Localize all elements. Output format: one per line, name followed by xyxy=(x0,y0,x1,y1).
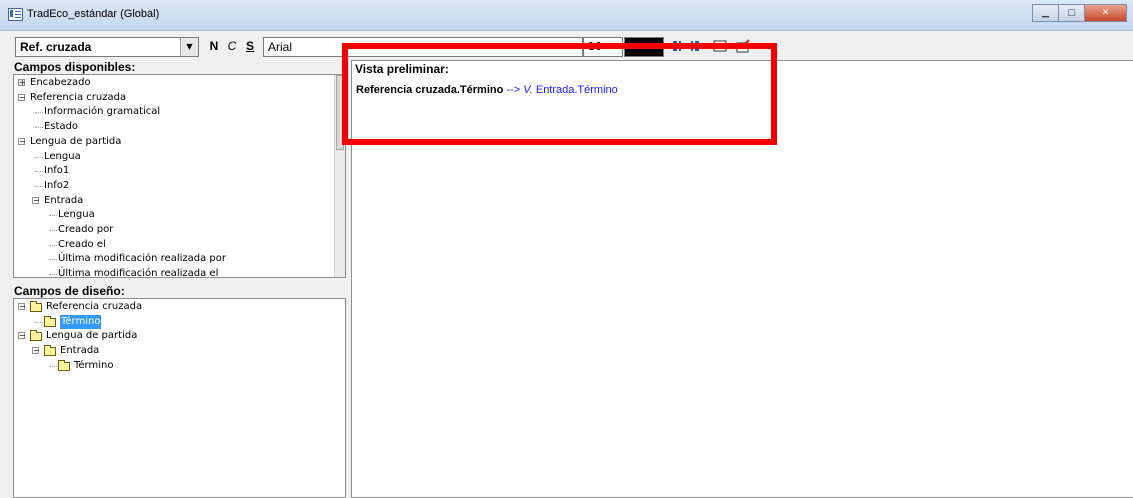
scrollbar-thumb[interactable] xyxy=(336,75,344,150)
tree-connector xyxy=(49,259,57,261)
tree-item-label: Lengua de partida xyxy=(30,135,122,147)
collapse-icon[interactable]: − xyxy=(18,303,26,311)
available-fields-header: Campos disponibles: xyxy=(14,60,136,74)
folder-icon xyxy=(30,330,42,342)
tree-item-label: Lengua de partida xyxy=(46,330,138,342)
folder-icon xyxy=(58,359,70,371)
bold-button[interactable]: N xyxy=(206,37,222,55)
tree-item-label: Info2 xyxy=(44,179,70,191)
folder-icon xyxy=(44,345,56,357)
design-fields-tree[interactable]: − Referencia cruzada Término − Lengua de par… xyxy=(13,298,346,498)
tree-item-label: Lengua xyxy=(44,150,81,162)
tree-item-label: Término xyxy=(60,314,102,330)
preview-abbrev: V. xyxy=(523,84,533,96)
font-color-swatch[interactable] xyxy=(624,37,664,57)
tree-item-label: Entrada xyxy=(44,194,84,206)
field-select-value: Ref. cruzada xyxy=(20,40,92,54)
preview-panel xyxy=(351,60,1133,498)
available-fields-tree[interactable]: + Encabezado − Referencia cruzada Informació… xyxy=(13,74,346,279)
tree-connector xyxy=(35,321,43,323)
field-select[interactable]: Ref. cruzada ▼ xyxy=(15,37,199,57)
chevron-down-icon[interactable]: ▼ xyxy=(180,38,198,56)
tree-connector xyxy=(35,127,43,129)
preview-header: Vista preliminar: xyxy=(355,62,449,76)
tree-connector xyxy=(49,244,57,246)
edit-layout-icon[interactable] xyxy=(735,38,751,54)
window-controls: ▁ ▢ ✕ xyxy=(1032,4,1127,22)
font-input[interactable]: Arial xyxy=(263,37,583,57)
tree-item-label: Última modificación realizada por xyxy=(58,253,227,265)
tree-item-label: Creado por xyxy=(58,224,114,235)
tree-item-label: Info1 xyxy=(44,165,70,177)
align-right-icon[interactable] xyxy=(688,38,704,54)
align-left-icon[interactable] xyxy=(671,38,687,54)
tree-item-label: Referencia cruzada xyxy=(30,91,127,103)
insert-field-icon[interactable] xyxy=(712,38,728,54)
design-fields-header: Campos de diseño: xyxy=(14,284,125,298)
tree-connector xyxy=(49,365,57,367)
tree-connector xyxy=(49,230,57,231)
app-icon xyxy=(8,8,23,21)
tree-connector xyxy=(35,112,43,114)
tree-connector xyxy=(49,274,57,276)
collapse-icon[interactable]: − xyxy=(18,332,26,340)
folder-icon xyxy=(44,315,56,327)
italic-button[interactable]: C xyxy=(224,37,240,55)
collapse-icon[interactable]: − xyxy=(18,93,26,101)
preview-content: Referencia cruzada.Término --> V. Entrad… xyxy=(356,84,618,96)
window-title: TradEco_estándar (Global) xyxy=(27,8,160,20)
minimize-button[interactable]: ▁ xyxy=(1032,4,1059,22)
maximize-button[interactable]: ▢ xyxy=(1058,4,1085,22)
tree-connector xyxy=(35,185,43,187)
underline-button[interactable]: S xyxy=(242,37,258,55)
collapse-icon[interactable]: − xyxy=(18,137,26,145)
tree-item-label: Encabezado xyxy=(30,77,91,88)
preview-target: Entrada.Término xyxy=(532,84,618,96)
close-button[interactable]: ✕ xyxy=(1084,4,1127,22)
tree-item-label: Lengua xyxy=(58,209,95,221)
preview-arrow: --> xyxy=(503,84,524,96)
tree-connector xyxy=(35,171,43,173)
tree-item-label: Creado el xyxy=(58,238,106,250)
folder-icon xyxy=(30,301,42,312)
tree-connector xyxy=(35,156,43,158)
collapse-icon[interactable]: − xyxy=(32,347,40,355)
title-bar: TradEco_estándar (Global) ▁ ▢ ✕ xyxy=(0,0,1133,31)
expand-icon[interactable]: + xyxy=(18,79,26,87)
available-fields-scrollbar[interactable] xyxy=(334,75,345,277)
format-toolbar: Ref. cruzada ▼ N C S Arial 10 xyxy=(0,31,1133,59)
tree-item-label: Término xyxy=(74,359,114,371)
tree-item-label: Información gramatical xyxy=(44,106,161,118)
tree-item-label: Estado xyxy=(44,121,79,133)
tree-item-label: Última modificación realizada el xyxy=(58,268,219,280)
font-size-input[interactable]: 10 xyxy=(583,37,623,57)
tree-item-label: Entrada xyxy=(60,345,100,357)
preview-field-name: Referencia cruzada.Término xyxy=(356,84,504,96)
tree-item-label: Referencia cruzada xyxy=(46,301,143,312)
tree-connector xyxy=(49,215,57,217)
collapse-icon[interactable]: − xyxy=(32,196,40,204)
